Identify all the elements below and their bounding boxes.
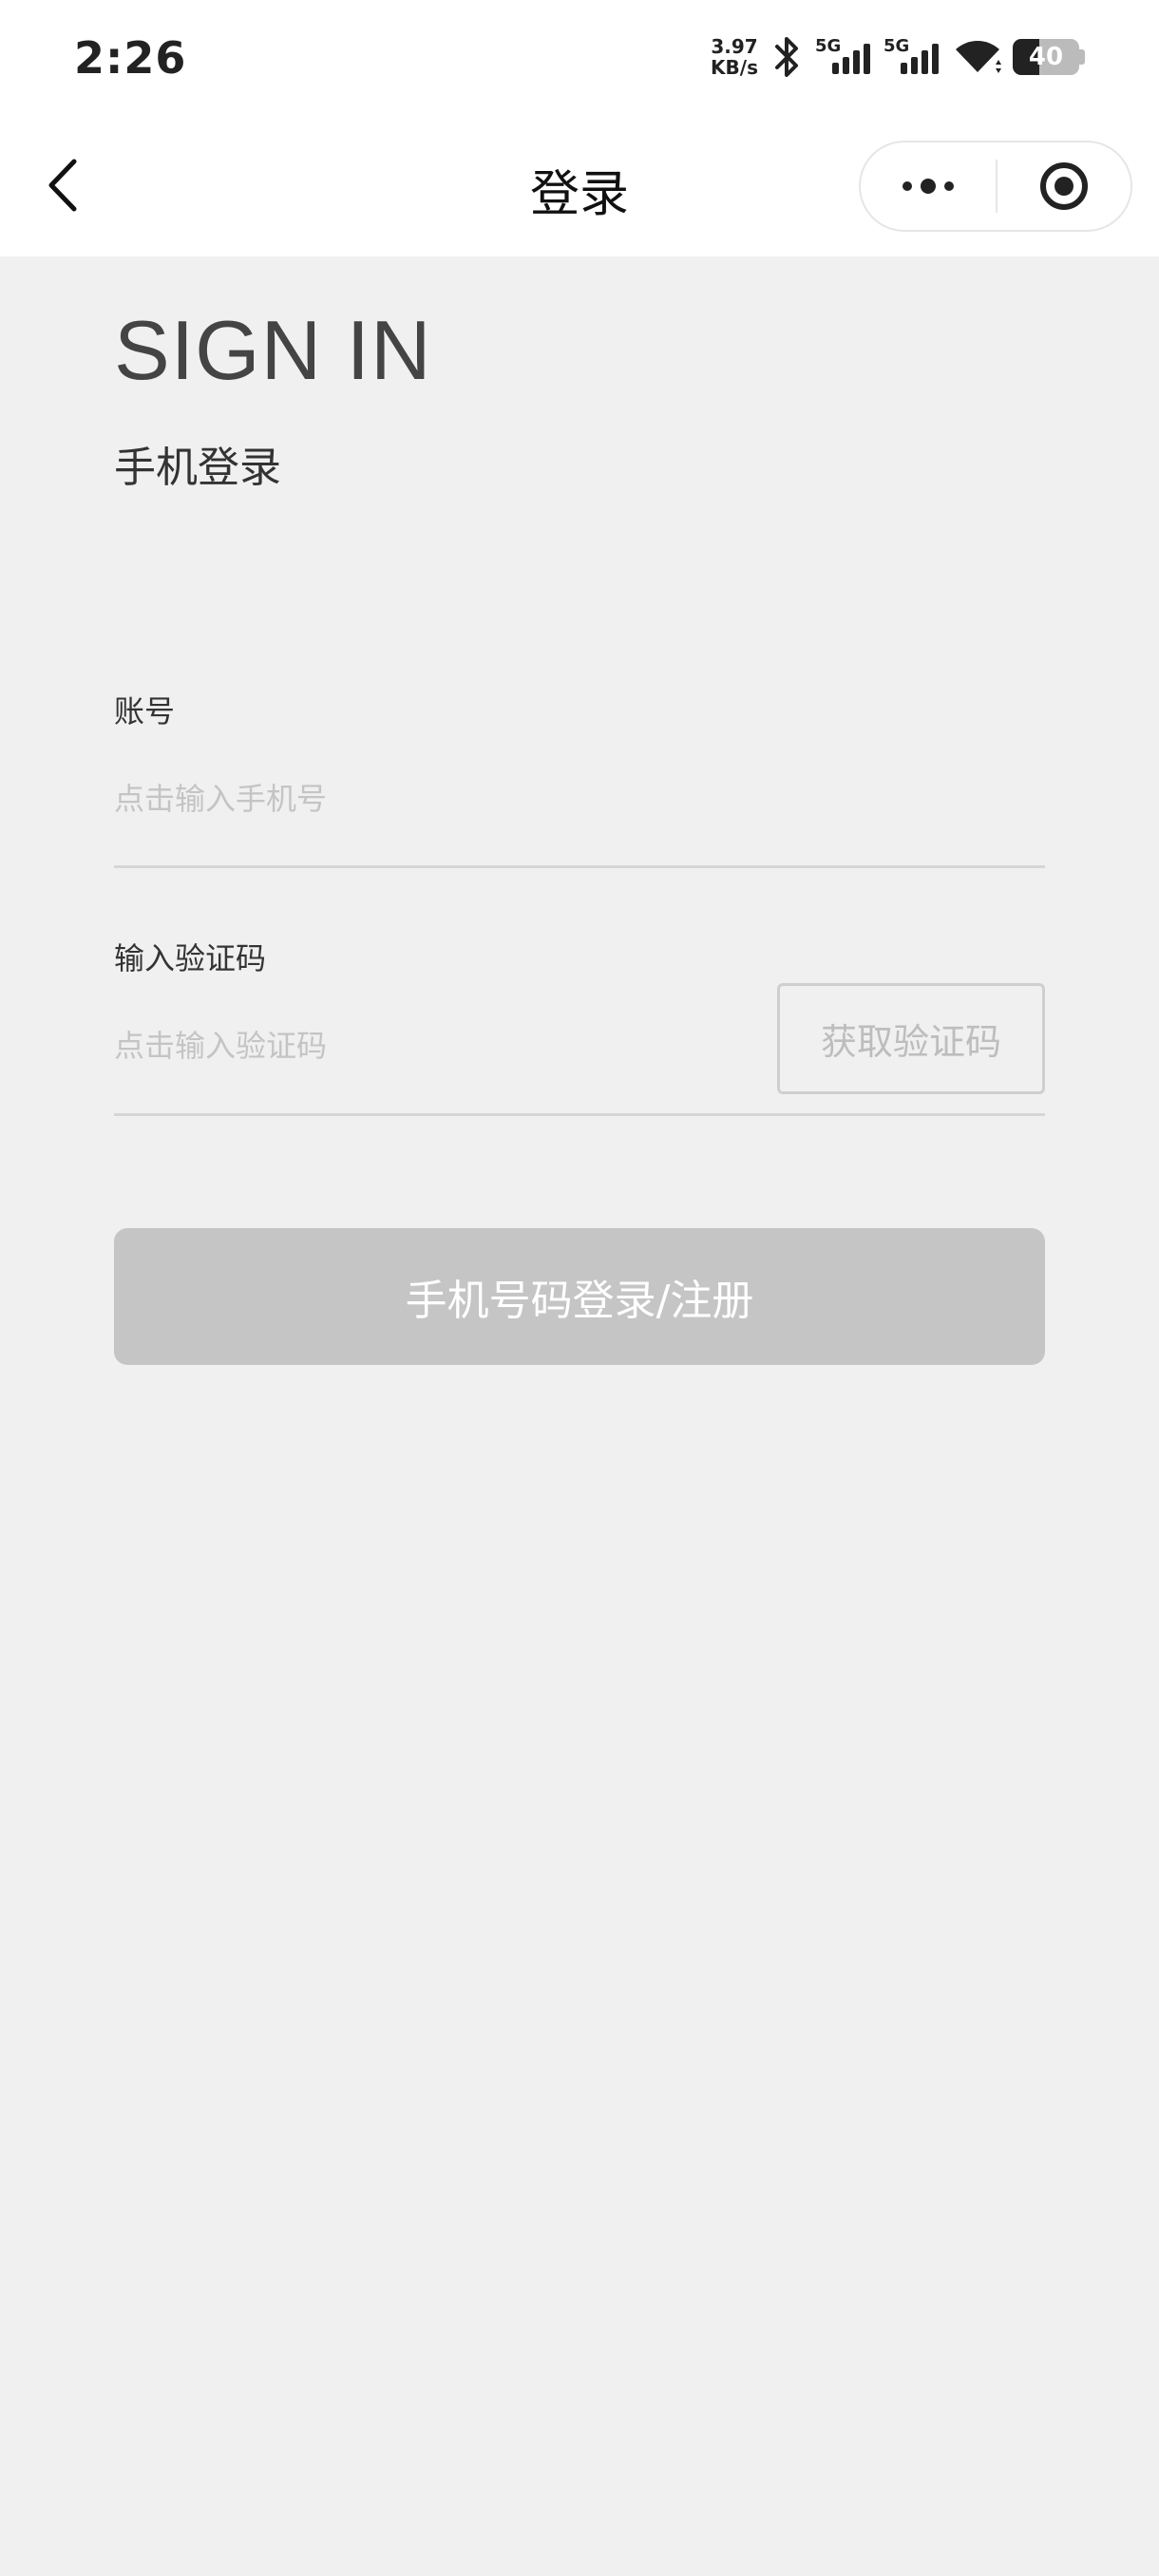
battery-tip — [1079, 49, 1085, 65]
status-icons: 3.97 KB/s 5G 5G 40 — [711, 28, 1085, 85]
verification-code-input[interactable] — [114, 1013, 741, 1079]
phone-login-register-button[interactable]: 手机号码登录/注册 — [114, 1228, 1045, 1365]
signal-sim1-icon: 5G — [815, 36, 874, 78]
mini-program-capsule — [859, 141, 1132, 232]
sim1-network-type: 5G — [815, 36, 842, 56]
status-time: 2:26 — [74, 32, 187, 84]
bluetooth-icon — [775, 37, 798, 77]
more-button[interactable] — [861, 142, 996, 230]
wifi-icon — [956, 41, 1001, 73]
network-speed-value: 3.97 — [711, 35, 758, 58]
account-underline — [114, 865, 1045, 868]
page-heading: SIGN IN — [114, 303, 432, 397]
page-subheading: 手机登录 — [114, 444, 281, 492]
network-speed-unit: KB/s — [711, 56, 758, 79]
battery-level: 40 — [1028, 43, 1064, 71]
battery-icon: 40 — [1013, 39, 1079, 75]
network-speed: 3.97 KB/s — [711, 36, 758, 78]
signal-sim2-icon: 5G — [884, 36, 942, 78]
sim2-network-type: 5G — [884, 36, 910, 56]
target-circle-icon — [1040, 162, 1088, 210]
phone-number-input[interactable] — [114, 766, 1045, 832]
account-label: 账号 — [114, 693, 176, 729]
code-label: 输入验证码 — [114, 940, 267, 976]
more-dots-icon — [902, 179, 954, 194]
close-mini-program-button[interactable] — [998, 142, 1130, 230]
get-code-button[interactable]: 获取验证码 — [777, 983, 1045, 1094]
code-underline — [114, 1113, 1045, 1116]
top-bar: 2:26 3.97 KB/s 5G 5G 40 登录 — [0, 0, 1159, 256]
